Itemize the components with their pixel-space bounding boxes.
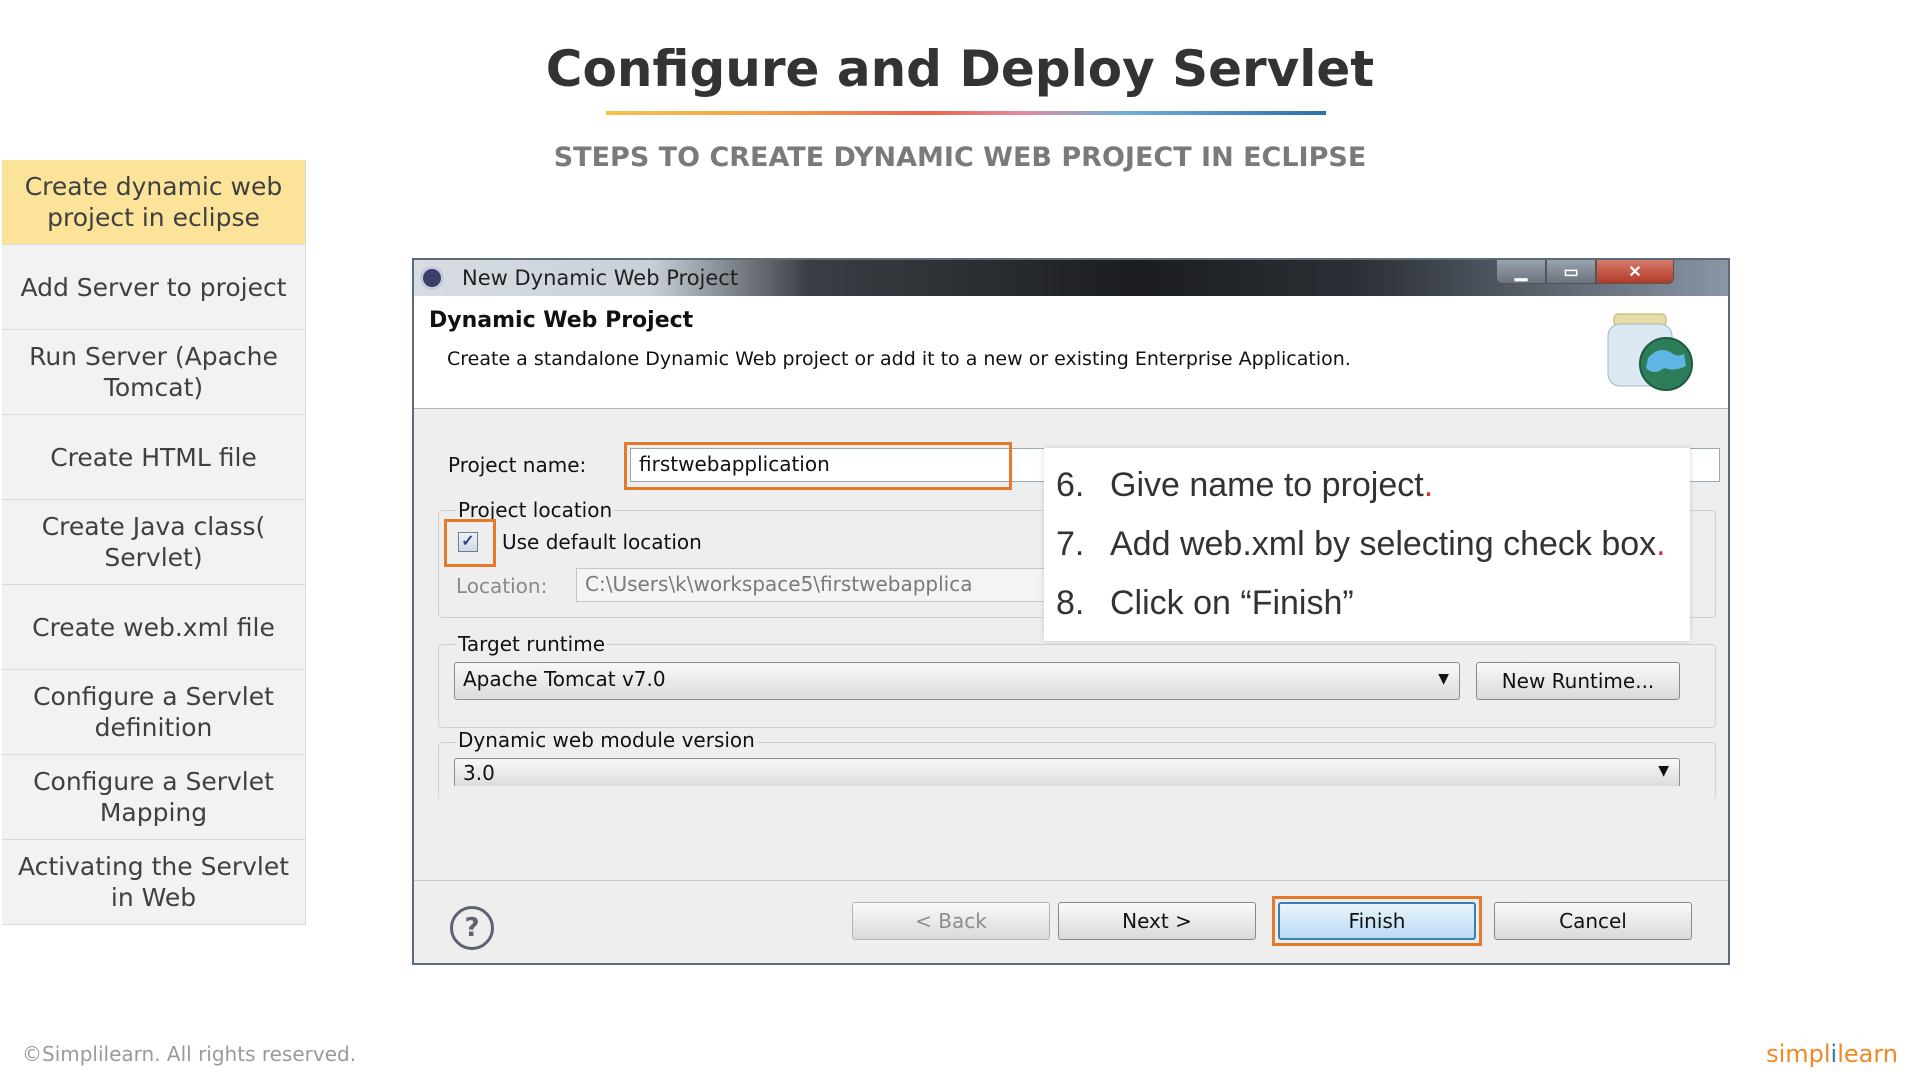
instructions-callout: 6. Give name to project. 7. Add web.xml by… (1044, 448, 1690, 641)
step-run-server[interactable]: Run Server (Apache Tomcat) (2, 330, 306, 415)
checkbox-highlight (444, 519, 496, 567)
step-create-web-xml[interactable]: Create web.xml file (2, 585, 306, 670)
instruction-item: 6. Give name to project. (1056, 466, 1433, 505)
instruction-mark: . (1656, 525, 1666, 563)
dialog-titlebar[interactable]: New Dynamic Web Project ▁ ▭ ✕ (414, 260, 1728, 296)
dialog-header-title: Dynamic Web Project (429, 308, 694, 333)
instruction-number: 8. (1056, 584, 1085, 622)
instruction-number: 7. (1056, 525, 1085, 563)
instruction-item: 7. Add web.xml by selecting check box. (1056, 525, 1666, 564)
eclipse-icon (420, 266, 444, 290)
use-default-location-label: Use default location (502, 530, 702, 554)
help-icon[interactable]: ? (450, 906, 494, 950)
step-add-server[interactable]: Add Server to project (2, 245, 306, 330)
project-name-highlight (624, 442, 1012, 490)
instruction-item: 8. Click on “Finish” (1056, 584, 1354, 623)
title-underline (606, 111, 1326, 115)
location-label: Location: (456, 574, 548, 598)
module-version-value: 3.0 (463, 761, 495, 785)
back-button[interactable]: < Back (852, 902, 1050, 940)
dialog-header-description: Create a standalone Dynamic Web project … (447, 348, 1351, 370)
dialog-window-title: New Dynamic Web Project (462, 266, 739, 290)
next-button[interactable]: Next > (1058, 902, 1256, 940)
instruction-text: Give name to project (1110, 466, 1424, 504)
module-version-select[interactable]: 3.0 ▼ (454, 758, 1680, 786)
cancel-button[interactable]: Cancel (1494, 902, 1692, 940)
step-configure-servlet-definition[interactable]: Configure a Servlet definition (2, 670, 306, 755)
dialog-footer-separator (414, 880, 1728, 881)
instruction-mark: . (1423, 466, 1434, 504)
target-runtime-select[interactable]: Apache Tomcat v7.0 ▼ (454, 662, 1460, 700)
close-icon[interactable]: ✕ (1596, 260, 1674, 284)
steps-panel: Create dynamic web project in eclipse Ad… (2, 160, 306, 925)
step-create-html[interactable]: Create HTML file (2, 415, 306, 500)
instruction-number: 6. (1056, 466, 1085, 504)
instruction-text: Add web.xml by selecting check box (1110, 525, 1657, 563)
slide-title: Configure and Deploy Servlet (545, 40, 1375, 98)
instruction-text: Click on “Finish” (1110, 584, 1354, 622)
finish-highlight (1272, 896, 1482, 946)
target-runtime-label: Target runtime (456, 632, 607, 656)
module-version-label: Dynamic web module version (456, 728, 757, 752)
maximize-icon[interactable]: ▭ (1546, 260, 1596, 284)
step-create-java-class[interactable]: Create Java class( Servlet) (2, 500, 306, 585)
simplilearn-logo: simplilearn (1766, 1040, 1898, 1068)
target-runtime-value: Apache Tomcat v7.0 (463, 667, 666, 691)
chevron-down-icon: ▼ (1658, 763, 1669, 779)
step-activating-servlet[interactable]: Activating the Servlet in Web (2, 840, 306, 925)
chevron-down-icon: ▼ (1438, 671, 1449, 687)
project-name-label: Project name: (448, 453, 587, 477)
step-configure-servlet-mapping[interactable]: Configure a Servlet Mapping (2, 755, 306, 840)
step-create-dynamic-web-project[interactable]: Create dynamic web project in eclipse (2, 160, 306, 245)
new-runtime-button[interactable]: New Runtime... (1476, 662, 1680, 700)
minimize-icon[interactable]: ▁ (1496, 260, 1546, 284)
web-project-jar-icon (1607, 313, 1693, 391)
copyright-text: ©Simplilearn. All rights reserved. (22, 1042, 357, 1066)
dialog-header: Dynamic Web Project Create a standalone … (414, 296, 1728, 409)
